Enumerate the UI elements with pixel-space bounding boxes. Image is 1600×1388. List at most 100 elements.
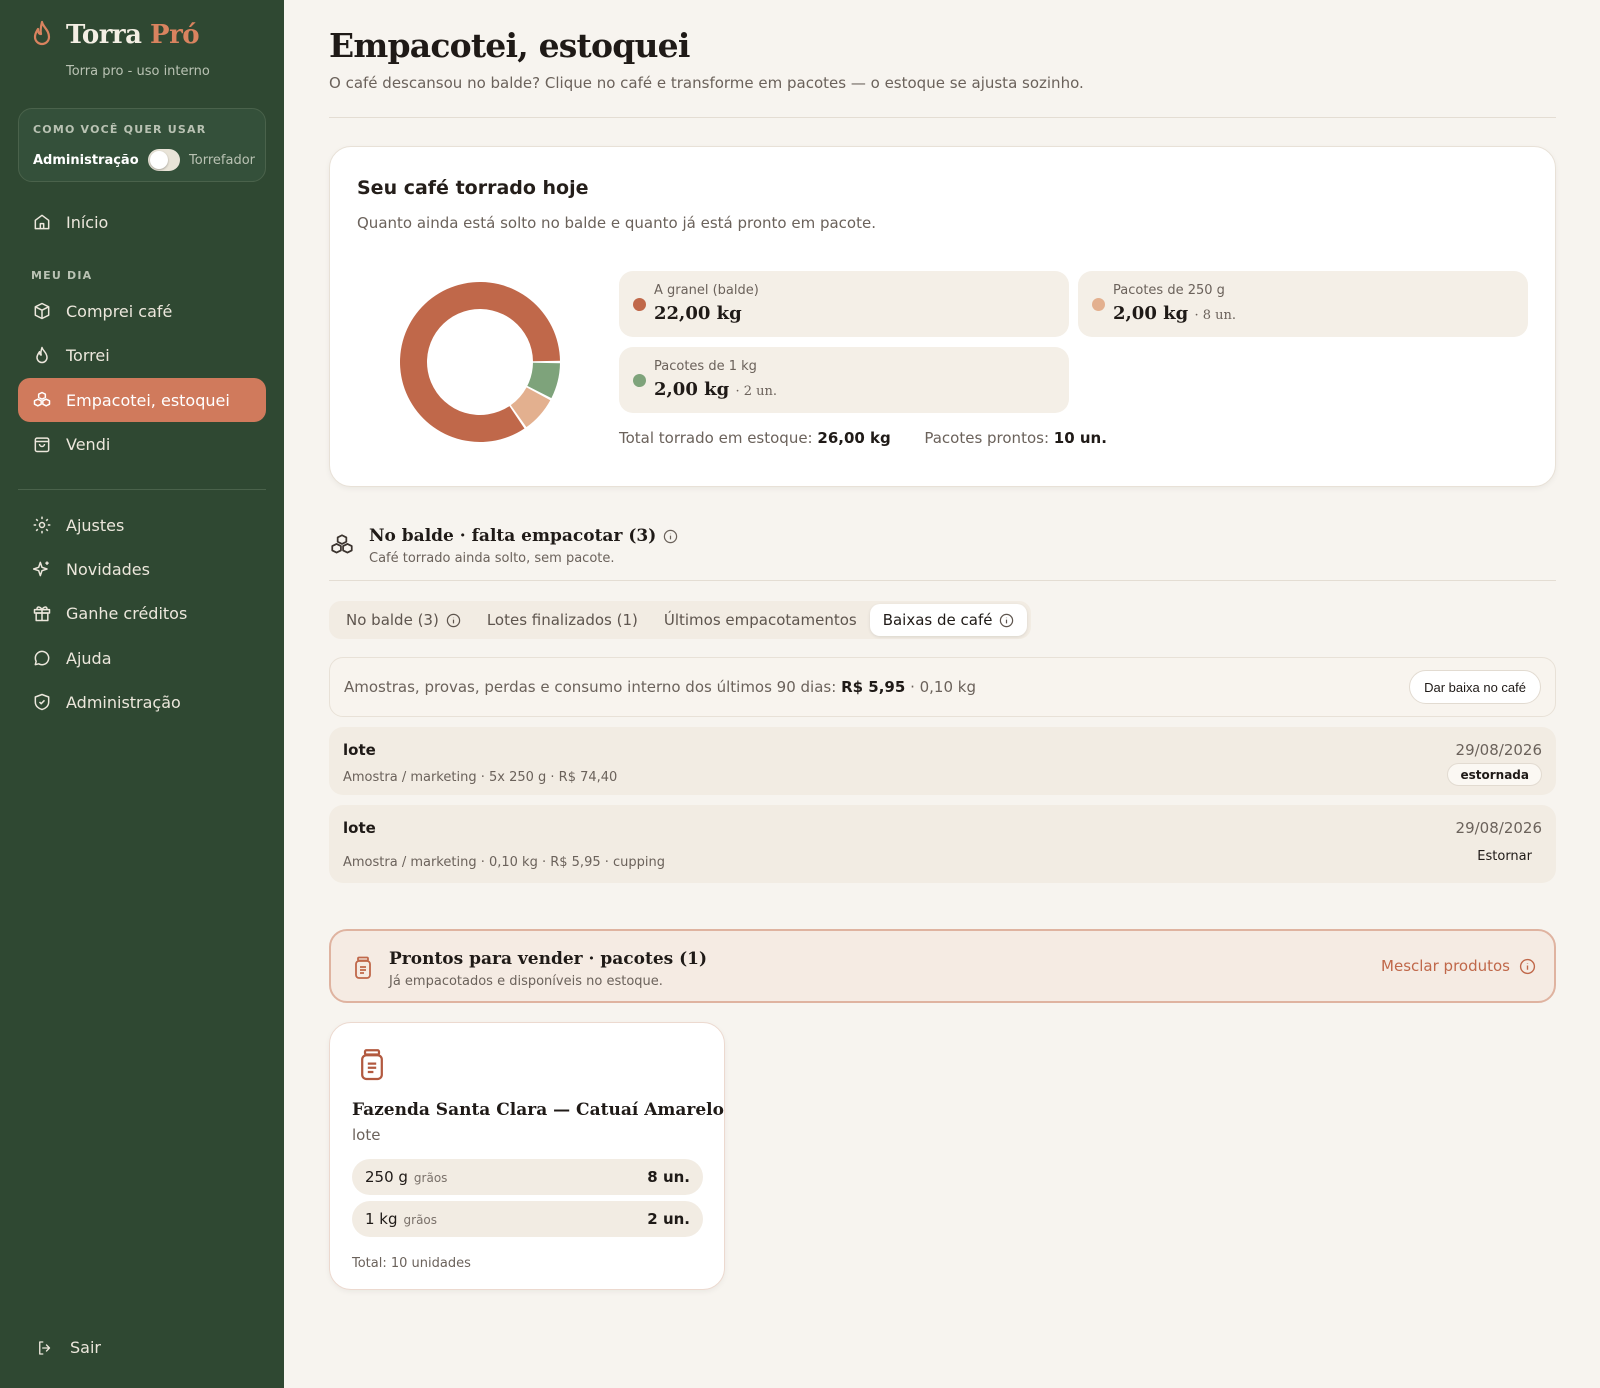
mode-switcher: COMO VOCÊ QUER USAR Administração Torref… — [18, 108, 266, 182]
ready-to-sell-header: Prontos para vender · pacotes (1) Já emp… — [329, 929, 1556, 1003]
nav-empacotei[interactable]: Empacotei, estoquei — [18, 378, 266, 422]
sparkles-icon — [32, 561, 49, 577]
write-off-button[interactable]: Dar baixa no café — [1409, 670, 1541, 704]
stat-value: 22,00 kg — [654, 303, 742, 324]
entry-title: lote — [343, 819, 376, 837]
page-title: Empacotei, estoquei — [329, 26, 690, 65]
product-lot: lote — [352, 1126, 381, 1144]
tab-baixas-de-cafe[interactable]: Baixas de café — [869, 604, 1028, 636]
write-off-summary: Amostras, provas, perdas e consumo inter… — [329, 657, 1556, 717]
product-card[interactable]: Fazenda Santa Clara — Catuaí Amarelo lot… — [329, 1022, 725, 1290]
logout-label: Sair — [70, 1338, 101, 1357]
list-item: lote Amostra / marketing · 0,10 kg · R$ … — [329, 805, 1556, 883]
info-icon[interactable] — [1519, 958, 1536, 975]
divider — [329, 580, 1556, 581]
nav-novidades-label: Novidades — [66, 559, 150, 579]
mode-toggle[interactable] — [147, 149, 181, 171]
ready-subtitle: Já empacotados e disponíveis no estoque. — [389, 974, 663, 989]
list-item: lote Amostra / marketing · 5x 250 g · R$… — [329, 727, 1556, 795]
ready-title: Prontos para vender · pacotes (1) — [389, 949, 708, 969]
nav-creditos-label: Ganhe créditos — [66, 603, 188, 623]
page-subtitle: O café descansou no balde? Clique no caf… — [329, 74, 1084, 92]
stat-value: 2,00 kg · 8 un. — [1113, 303, 1236, 324]
nav-section-title: MEU DIA — [31, 269, 93, 282]
nav-ajuda[interactable]: Ajuda — [18, 636, 266, 680]
shopping-bag-icon — [34, 437, 50, 453]
nav-admin-label: Administração — [66, 692, 181, 712]
today-title: Seu café torrado hoje — [357, 177, 589, 199]
bucket-title: No balde · falta empacotar (3) — [369, 526, 678, 546]
divider — [329, 117, 1556, 118]
entry-date: 29/08/2026 — [1455, 741, 1542, 759]
package-qty: 2 un. — [647, 1210, 690, 1228]
nav-ajustes-label: Ajustes — [66, 515, 125, 535]
brand[interactable]: Torra Pró — [30, 20, 200, 50]
legend-dot — [633, 298, 646, 311]
legend-dot — [1092, 298, 1105, 311]
stat-label: A granel (balde) — [654, 283, 759, 298]
nav-torrei[interactable]: Torrei — [18, 333, 266, 377]
sidebar: Torra Pró Torra pro - uso interno COMO V… — [0, 0, 284, 1388]
package-size: 250 g grãos — [365, 1168, 448, 1186]
box-icon — [34, 302, 50, 320]
mode-title: COMO VOCÊ QUER USAR — [33, 123, 207, 136]
nav-vendi-label: Vendi — [66, 434, 111, 454]
mode-roaster-label[interactable]: Torrefador — [189, 153, 255, 168]
tab-lotes-finalizados[interactable]: Lotes finalizados (1) — [474, 604, 651, 636]
merge-products-link[interactable]: Mesclar produtos — [1381, 957, 1536, 975]
reverse-button[interactable]: Estornar — [1477, 849, 1532, 864]
brand-subtitle: Torra pro - uso interno — [66, 64, 210, 79]
nav-novidades[interactable]: Novidades — [18, 547, 266, 591]
package-row: 250 g grãos 8 un. — [352, 1159, 703, 1195]
bucket-subtitle: Café torrado ainda solto, sem pacote. — [369, 551, 615, 566]
entry-detail: Amostra / marketing · 0,10 kg · R$ 5,95 … — [343, 855, 665, 870]
stat-label: Pacotes de 250 g — [1113, 283, 1225, 298]
entry-title: lote — [343, 741, 376, 759]
toggle-knob — [149, 151, 168, 169]
nav-inicio-label: Início — [66, 212, 109, 232]
nav-divider — [18, 489, 266, 490]
nav-vendi[interactable]: Vendi — [18, 422, 266, 466]
legend-dot — [633, 374, 646, 387]
flame-icon — [33, 20, 51, 46]
logout-icon — [39, 1340, 51, 1355]
package-row: 1 kg grãos 2 un. — [352, 1201, 703, 1237]
stat-label: Pacotes de 1 kg — [654, 359, 757, 374]
stock-totals: Total torrado em estoque: 26,00 kg Pacot… — [619, 429, 1107, 447]
info-icon[interactable] — [663, 529, 678, 544]
status-badge: estornada — [1447, 763, 1542, 786]
packages-icon — [33, 391, 51, 407]
gift-icon — [33, 606, 51, 622]
nav-comprei[interactable]: Comprei café — [18, 289, 266, 333]
stat-granel: A granel (balde) 22,00 kg — [619, 271, 1069, 337]
product-name: Fazenda Santa Clara — Catuaí Amarelo — [352, 1100, 724, 1120]
home-icon — [34, 214, 50, 230]
package-size: 1 kg grãos — [365, 1210, 438, 1228]
today-description: Quanto ainda está solto no balde e quant… — [357, 214, 876, 232]
stat-250g: Pacotes de 250 g 2,00 kg · 8 un. — [1078, 271, 1528, 337]
entry-detail: Amostra / marketing · 5x 250 g · R$ 74,4… — [343, 770, 618, 785]
brand-name: Torra Pró — [66, 20, 200, 50]
nav-empacotei-label: Empacotei, estoquei — [66, 390, 230, 410]
package-qty: 8 un. — [647, 1168, 690, 1186]
entry-date: 29/08/2026 — [1455, 819, 1542, 837]
nav-comprei-label: Comprei café — [66, 301, 173, 321]
chat-bubble-icon — [34, 650, 50, 666]
nav-inicio[interactable]: Início — [18, 200, 266, 244]
info-icon[interactable] — [999, 613, 1014, 628]
tab-no-balde[interactable]: No balde (3) — [333, 604, 474, 636]
nav-creditos[interactable]: Ganhe créditos — [18, 591, 266, 635]
nav-admin[interactable]: Administração — [18, 680, 266, 724]
nav-ajustes[interactable]: Ajustes — [18, 503, 266, 547]
info-icon[interactable] — [446, 613, 461, 628]
today-card: Seu café torrado hoje Quanto ainda está … — [329, 146, 1556, 487]
logout-button[interactable]: Sair — [36, 1338, 101, 1357]
tab-bar: No balde (3) Lotes finalizados (1) Últim… — [329, 601, 1032, 639]
stock-donut-chart — [400, 282, 560, 442]
nav-ajuda-label: Ajuda — [66, 648, 112, 668]
tab-ultimos-empacotamentos[interactable]: Últimos empacotamentos — [651, 604, 870, 636]
mode-admin-label[interactable]: Administração — [33, 153, 139, 168]
jar-icon — [361, 1049, 383, 1081]
summary-text: Amostras, provas, perdas e consumo inter… — [344, 678, 976, 696]
shield-check-icon — [34, 693, 50, 711]
